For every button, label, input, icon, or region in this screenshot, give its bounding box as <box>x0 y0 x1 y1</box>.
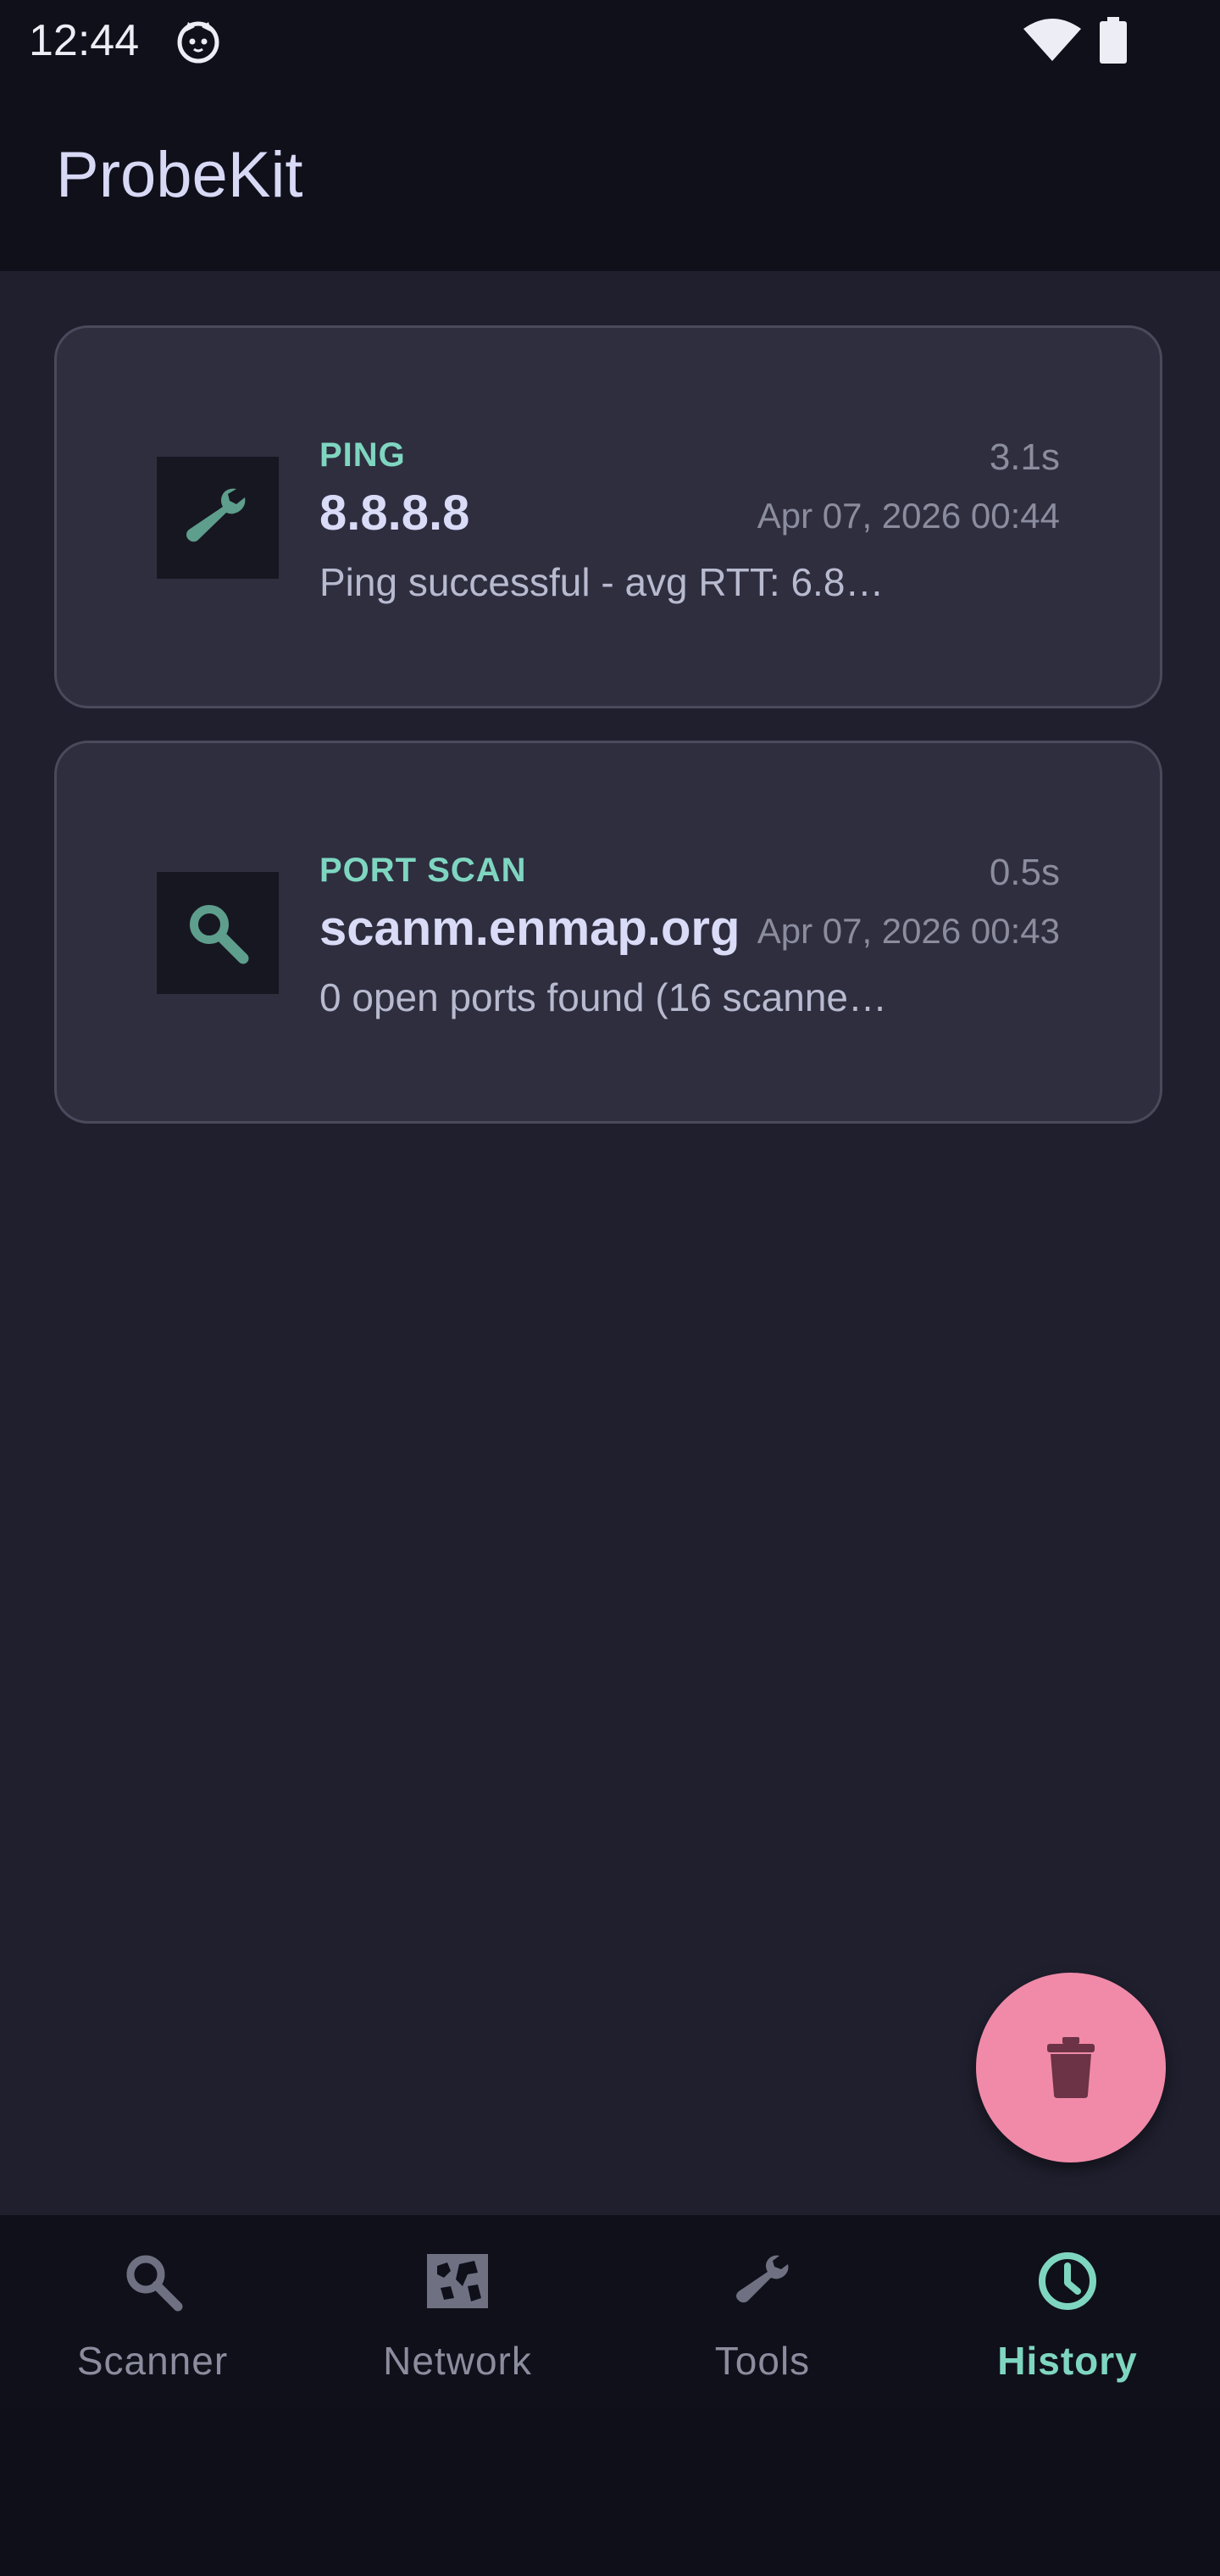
search-icon <box>126 2255 183 2312</box>
card-duration: 3.1s <box>989 436 1060 478</box>
status-bar: 12:44 <box>0 0 1220 81</box>
nav-label: Scanner <box>76 2339 229 2383</box>
nav-item-scanner[interactable]: Scanner <box>0 2215 305 2407</box>
card-icon-box <box>157 457 279 579</box>
cat-notification-icon <box>177 21 219 64</box>
nav-item-history[interactable]: History <box>915 2215 1220 2407</box>
card-icon-box <box>157 872 279 994</box>
nav-label: Network <box>383 2339 532 2383</box>
history-card-port-scan[interactable]: PORT SCAN scanm.enmap.org 0 open ports f… <box>54 741 1162 1124</box>
card-duration: 0.5s <box>989 852 1060 893</box>
app-title: ProbeKit <box>56 139 303 211</box>
nav-label: History <box>997 2339 1138 2383</box>
search-icon <box>190 905 249 964</box>
nav-item-network[interactable]: Network <box>305 2215 610 2407</box>
map-icon <box>427 2254 488 2308</box>
app-bar: ProbeKit <box>0 81 1220 271</box>
battery-icon <box>1100 17 1127 64</box>
wifi-icon <box>1023 19 1081 61</box>
bottom-nav: Scanner Network Tools History <box>0 2215 1220 2407</box>
clear-history-button[interactable] <box>976 1973 1166 2162</box>
card-summary: 0 open ports found (16 scanne… <box>319 975 888 1019</box>
card-date: Apr 07, 2026 00:43 <box>757 911 1060 951</box>
nav-item-tools[interactable]: Tools <box>610 2215 915 2407</box>
trash-icon <box>1047 2037 1095 2098</box>
wrench-icon <box>186 488 246 542</box>
status-time: 12:44 <box>29 16 140 65</box>
screen: 12:44 ProbeKit PING 8.8.8.8 Ping success… <box>0 0 1220 2576</box>
history-icon <box>1039 2252 1096 2310</box>
card-target: scanm.enmap.org <box>319 901 740 956</box>
card-type: PORT SCAN <box>319 852 527 889</box>
card-date: Apr 07, 2026 00:44 <box>757 496 1060 536</box>
nav-label: Tools <box>714 2339 811 2383</box>
card-type: PING <box>319 436 406 474</box>
gesture-area <box>0 2407 1220 2576</box>
history-card-ping[interactable]: PING 8.8.8.8 Ping successful - avg RTT: … <box>54 325 1162 708</box>
card-summary: Ping successful - avg RTT: 6.8… <box>319 560 884 604</box>
history-list: PING 8.8.8.8 Ping successful - avg RTT: … <box>0 271 1220 2215</box>
card-target: 8.8.8.8 <box>319 486 470 541</box>
wrench-icon <box>736 2255 789 2303</box>
